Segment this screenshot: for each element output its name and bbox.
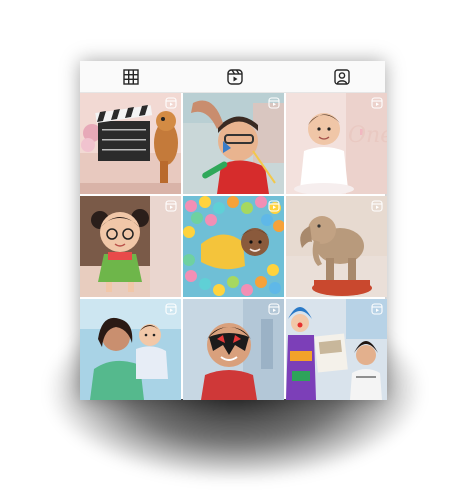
reel-badge-icon — [165, 97, 177, 109]
one-sign-text: One — [348, 123, 387, 148]
post-thumbnail[interactable] — [80, 93, 181, 194]
reel-badge-icon — [165, 200, 177, 212]
post-thumbnail[interactable] — [183, 93, 284, 194]
tagged-icon — [334, 69, 350, 85]
profile-tab-bar — [80, 61, 385, 93]
post-thumbnail[interactable] — [183, 299, 284, 400]
tab-tagged[interactable] — [333, 68, 351, 86]
post-thumbnail[interactable] — [80, 299, 181, 400]
grid-icon — [123, 69, 139, 85]
post-thumbnail[interactable] — [183, 196, 284, 297]
post-thumbnail[interactable] — [286, 299, 387, 400]
reels-icon — [227, 69, 243, 85]
post-thumbnail[interactable] — [80, 196, 181, 297]
reel-badge-icon — [268, 97, 280, 109]
reel-badge-icon — [268, 200, 280, 212]
post-thumbnail[interactable] — [286, 196, 387, 297]
reel-badge-icon — [371, 200, 383, 212]
tab-reels[interactable] — [226, 68, 244, 86]
reel-badge-icon — [371, 303, 383, 315]
reels-grid: One — [80, 93, 387, 400]
reel-badge-icon — [165, 303, 177, 315]
profile-screen: One — [80, 61, 387, 400]
reel-badge-icon — [268, 303, 280, 315]
reel-badge-icon — [371, 97, 383, 109]
tab-posts-grid[interactable] — [122, 68, 140, 86]
post-thumbnail[interactable]: One — [286, 93, 387, 194]
